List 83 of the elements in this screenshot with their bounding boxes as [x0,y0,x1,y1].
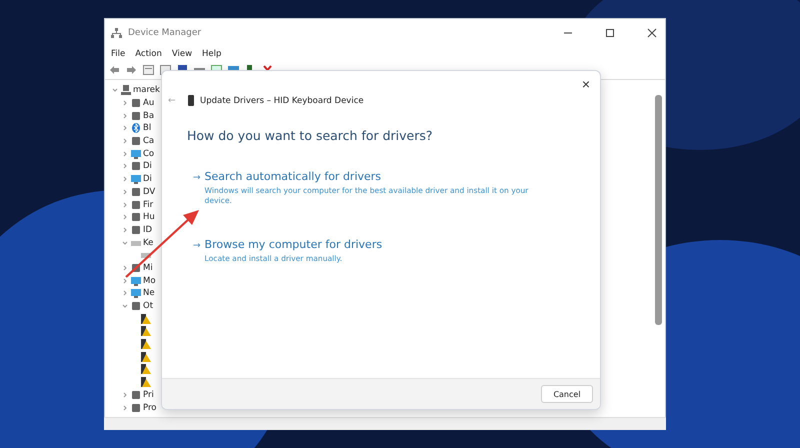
keyboard-icon [141,250,151,260]
forward-arrow-icon[interactable] [126,65,137,75]
option-link[interactable]: Browse my computer for drivers [204,238,535,251]
device-icon [131,390,141,400]
arrow-glyph: → [193,172,201,183]
device-icon [131,200,141,210]
warning-icon [141,352,151,362]
chevron-down-icon[interactable] [121,302,129,310]
tree-item[interactable]: Mi [143,262,153,273]
device-icon [131,98,141,108]
chevron-right-icon[interactable] [121,264,129,272]
monitor-icon [131,276,141,286]
chevron-right-icon[interactable] [121,124,129,132]
device-icon [131,224,141,235]
tree-item[interactable]: Ke [143,238,154,248]
monitor-icon [131,174,141,184]
menu-item[interactable]: Help [202,49,222,59]
device-icon [131,110,141,121]
network-icon [111,28,122,38]
tree-item[interactable]: Hu [143,212,155,222]
device-icon [188,95,194,106]
chevron-down-icon[interactable] [111,86,119,94]
tree-item[interactable]: Fir [143,200,154,210]
chevron-right-icon[interactable] [121,162,129,170]
tree-item[interactable]: ID [143,224,152,235]
cancel-button[interactable]: Cancel [541,385,593,403]
chevron-down-icon[interactable] [121,238,129,247]
tree-item[interactable]: Pro [143,402,156,413]
chevron-right-icon[interactable] [121,213,129,222]
warning-icon [141,339,151,350]
computer-icon [121,85,131,96]
close-button[interactable]: × [580,75,592,93]
menu-item[interactable]: Action [135,49,162,59]
dialog-title: Update Drivers – HID Keyboard Device [200,96,364,106]
chevron-right-icon[interactable] [121,390,129,399]
chevron-right-icon[interactable] [121,99,129,108]
tree-item[interactable]: Co [143,148,154,159]
device-icon [131,301,141,312]
maximize-icon[interactable] [603,26,617,40]
warning-icon [141,364,151,374]
chevron-right-icon[interactable] [121,200,129,209]
tree-item[interactable]: Bl [143,123,152,134]
tree-item[interactable]: Mo [143,276,156,286]
tree-item[interactable]: DV [143,186,156,197]
chevron-right-icon[interactable] [121,404,129,412]
chevron-right-icon[interactable] [121,276,129,285]
device-icon [131,186,141,197]
chevron-right-icon[interactable] [121,226,129,234]
tree-item[interactable]: Ne [143,288,155,298]
tree-item[interactable]: Au [143,98,154,108]
back-arrow-icon[interactable] [109,65,120,75]
chevron-right-icon[interactable] [121,150,129,158]
window-title: Device Manager [128,28,202,38]
warning-icon [141,326,151,336]
warning-icon [141,314,151,324]
tree-item[interactable]: Di [143,161,152,172]
chevron-right-icon[interactable] [121,289,129,298]
chevron-right-icon[interactable] [121,188,129,196]
device-icon [131,402,141,413]
arrow-glyph: → [193,240,201,251]
tree-item[interactable]: Ot [143,301,154,312]
device-icon [131,161,141,172]
chevron-right-icon[interactable] [121,137,129,146]
chevron-right-icon[interactable] [121,112,129,120]
properties-icon[interactable] [143,65,154,75]
menu-item[interactable]: File [111,49,126,59]
tree-item[interactable]: Pri [143,390,154,400]
tree-item[interactable]: Di [143,174,152,184]
warning-icon [141,377,151,388]
tree-item[interactable]: marek [133,85,160,96]
device-icon [131,136,141,146]
option-link[interactable]: Search automatically for drivers [204,170,535,183]
bluetooth-icon [131,123,141,134]
scrollbar[interactable] [655,95,662,325]
close-icon[interactable] [645,26,659,40]
device-icon [131,212,141,222]
chevron-right-icon[interactable] [121,175,129,184]
menu-item[interactable]: View [172,49,192,59]
tree-item[interactable]: Ba [143,110,154,121]
monitor-icon [131,288,141,298]
tree-item[interactable]: Ca [143,136,154,146]
monitor-icon [131,148,141,159]
dialog-heading: How do you want to search for drivers? [186,127,434,143]
